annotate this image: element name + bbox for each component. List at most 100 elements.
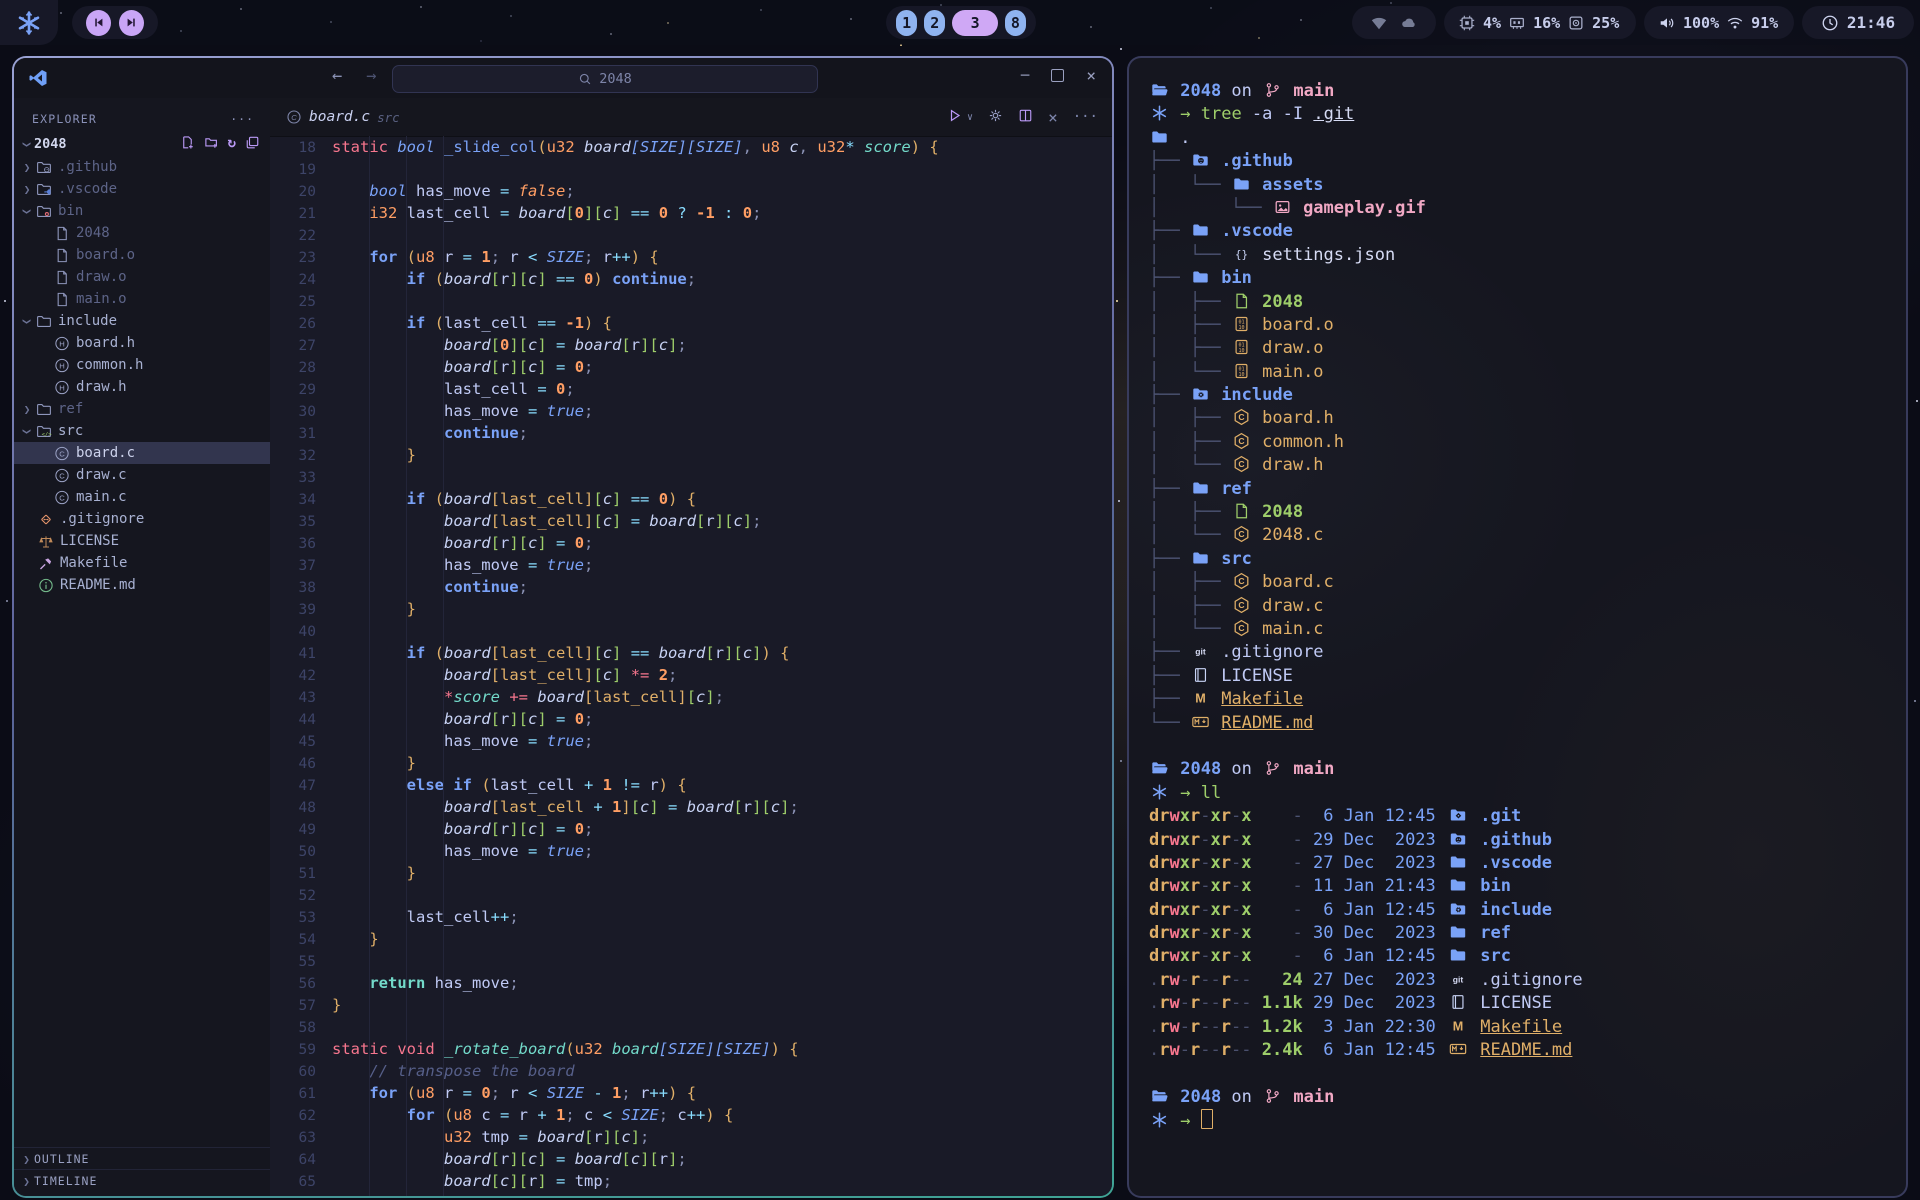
code-line-59[interactable]: 59static void _rotate_board(u32 board[SI… [270, 1038, 1112, 1060]
code-line-46[interactable]: 46 } [270, 752, 1112, 774]
explorer-item-draw.h[interactable]: Hdraw.h [14, 376, 270, 398]
code-line-54[interactable]: 54 } [270, 928, 1112, 950]
code-line-25[interactable]: 25 [270, 290, 1112, 312]
explorer-item-README.md[interactable]: README.md [14, 574, 270, 596]
launcher-button[interactable] [0, 0, 58, 45]
nav-forward-icon[interactable]: → [366, 66, 376, 86]
tab-board-c[interactable]: C board.c src [270, 98, 416, 136]
explorer-item-.github[interactable]: ❯.github [14, 156, 270, 178]
code-area[interactable]: 18static bool _slide_col(u32 board[SIZE]… [270, 136, 1112, 1196]
explorer-more-icon[interactable]: ··· [230, 112, 254, 126]
code-line-32[interactable]: 32 } [270, 444, 1112, 466]
explorer-item-board.h[interactable]: Hboard.h [14, 332, 270, 354]
vscode-titlebar[interactable]: ← → 2048 ─ × [14, 58, 1112, 99]
system-stats-module[interactable]: 4% 16% 25% [1444, 6, 1636, 39]
explorer-item-LICENSE[interactable]: LICENSE [14, 530, 270, 552]
code-line-60[interactable]: 60 // transpose the board [270, 1060, 1112, 1082]
audio-network-module[interactable]: 100% 91% [1644, 6, 1794, 39]
code-line-27[interactable]: 27 board[0][c] = board[r][c]; [270, 334, 1112, 356]
explorer-item-ref[interactable]: ❯ref [14, 398, 270, 420]
skip-forward-button[interactable] [119, 10, 144, 36]
code-line-40[interactable]: 40 [270, 620, 1112, 642]
editor-area[interactable]: C board.c src ∨ × ··· [270, 98, 1112, 1196]
explorer-item-.gitignore[interactable]: .gitignore [14, 508, 270, 530]
explorer-item-Makefile[interactable]: Makefile [14, 552, 270, 574]
code-line-20[interactable]: 20 bool has_move = false; [270, 180, 1112, 202]
explorer-item-include[interactable]: ❯include [14, 310, 270, 332]
code-line-29[interactable]: 29 last_cell = 0; [270, 378, 1112, 400]
code-line-38[interactable]: 38 continue; [270, 576, 1112, 598]
code-line-44[interactable]: 44 board[r][c] = 0; [270, 708, 1112, 730]
outline-section[interactable]: ❯ OUTLINE [14, 1147, 270, 1170]
code-line-56[interactable]: 56 return has_move; [270, 972, 1112, 994]
collapse-folders-button[interactable] [245, 135, 260, 154]
code-line-57[interactable]: 57} [270, 994, 1112, 1016]
new-file-button[interactable] [180, 135, 195, 154]
code-line-23[interactable]: 23 for (u8 r = 1; r < SIZE; r++) { [270, 246, 1112, 268]
new-folder-button[interactable] [204, 135, 219, 154]
close-editor-icon[interactable]: × [1048, 108, 1058, 127]
code-line-34[interactable]: 34 if (board[last_cell][c] == 0) { [270, 488, 1112, 510]
code-line-36[interactable]: 36 board[r][c] = 0; [270, 532, 1112, 554]
run-file-button[interactable] [947, 108, 962, 127]
code-line-65[interactable]: 65 board[c][r] = tmp; [270, 1170, 1112, 1192]
code-line-21[interactable]: 21 i32 last_cell = board[0][c] == 0 ? -1… [270, 202, 1112, 224]
clock-module[interactable]: 21:46 [1802, 6, 1914, 39]
workspace-1[interactable]: 1 [896, 10, 917, 36]
code-line-47[interactable]: 47 else if (last_cell + 1 != r) { [270, 774, 1112, 796]
terminal-window[interactable]: 2048 on main → tree -a -I .git .├── .git… [1127, 56, 1908, 1198]
command-center-search[interactable]: 2048 [392, 65, 818, 93]
tray-module[interactable] [1352, 6, 1436, 39]
explorer-item-draw.c[interactable]: Cdraw.c [14, 464, 270, 486]
code-line-26[interactable]: 26 if (last_cell == -1) { [270, 312, 1112, 334]
workspace-3-active[interactable]: 3 [952, 10, 998, 36]
explorer-item-src[interactable]: ❯</>src [14, 420, 270, 442]
explorer-item-board.o[interactable]: board.o [14, 244, 270, 266]
explorer-item-.vscode[interactable]: ❯.vscode [14, 178, 270, 200]
code-line-61[interactable]: 61 for (u8 r = 0; r < SIZE - 1; r++) { [270, 1082, 1112, 1104]
code-line-33[interactable]: 33 [270, 466, 1112, 488]
code-line-18[interactable]: 18static bool _slide_col(u32 board[SIZE]… [270, 136, 1112, 158]
code-line-31[interactable]: 31 continue; [270, 422, 1112, 444]
code-line-28[interactable]: 28 board[r][c] = 0; [270, 356, 1112, 378]
code-line-41[interactable]: 41 if (board[last_cell][c] == board[r][c… [270, 642, 1112, 664]
code-line-19[interactable]: 19 [270, 158, 1112, 180]
run-dropdown-icon[interactable]: ∨ [967, 112, 973, 123]
code-line-45[interactable]: 45 has_move = true; [270, 730, 1112, 752]
code-line-53[interactable]: 53 last_cell++; [270, 906, 1112, 928]
explorer-item-main.c[interactable]: Cmain.c [14, 486, 270, 508]
code-line-35[interactable]: 35 board[last_cell][c] = board[r][c]; [270, 510, 1112, 532]
timeline-section[interactable]: ❯ TIMELINE [14, 1169, 270, 1192]
code-line-51[interactable]: 51 } [270, 862, 1112, 884]
code-line-48[interactable]: 48 board[last_cell + 1][c] = board[r][c]… [270, 796, 1112, 818]
maximize-button[interactable] [1051, 69, 1064, 82]
code-line-50[interactable]: 50 has_move = true; [270, 840, 1112, 862]
skip-back-button[interactable] [86, 10, 111, 36]
explorer-root-folder[interactable]: ❯ 2048 ↻ [14, 132, 270, 156]
code-line-39[interactable]: 39 } [270, 598, 1112, 620]
code-line-63[interactable]: 63 u32 tmp = board[r][c]; [270, 1126, 1112, 1148]
explorer-item-draw.o[interactable]: draw.o [14, 266, 270, 288]
code-line-49[interactable]: 49 board[r][c] = 0; [270, 818, 1112, 840]
nav-back-icon[interactable]: ← [332, 66, 342, 86]
code-line-52[interactable]: 52 [270, 884, 1112, 906]
code-line-42[interactable]: 42 board[last_cell][c] *= 2; [270, 664, 1112, 686]
explorer-item-bin[interactable]: ❯bin [14, 200, 270, 222]
workspace-2[interactable]: 2 [924, 10, 945, 36]
code-line-62[interactable]: 62 for (u8 c = r + 1; c < SIZE; c++) { [270, 1104, 1112, 1126]
code-line-58[interactable]: 58 [270, 1016, 1112, 1038]
explorer-item-2048[interactable]: 2048 [14, 222, 270, 244]
code-line-30[interactable]: 30 has_move = true; [270, 400, 1112, 422]
vscode-window[interactable]: ← → 2048 ─ × EXPLORER ··· ❯ 204 [12, 56, 1114, 1198]
code-line-55[interactable]: 55 [270, 950, 1112, 972]
refresh-button[interactable]: ↻ [228, 135, 236, 154]
explorer-item-board.c[interactable]: Cboard.c [14, 442, 270, 464]
code-line-24[interactable]: 24 if (board[r][c] == 0) continue; [270, 268, 1112, 290]
workspace-8[interactable]: 8 [1005, 10, 1026, 36]
explorer-item-common.h[interactable]: Hcommon.h [14, 354, 270, 376]
close-button[interactable]: × [1086, 66, 1096, 85]
code-line-22[interactable]: 22 [270, 224, 1112, 246]
settings-gear-icon[interactable] [988, 108, 1003, 127]
split-editor-icon[interactable] [1018, 108, 1033, 127]
explorer-item-main.o[interactable]: main.o [14, 288, 270, 310]
